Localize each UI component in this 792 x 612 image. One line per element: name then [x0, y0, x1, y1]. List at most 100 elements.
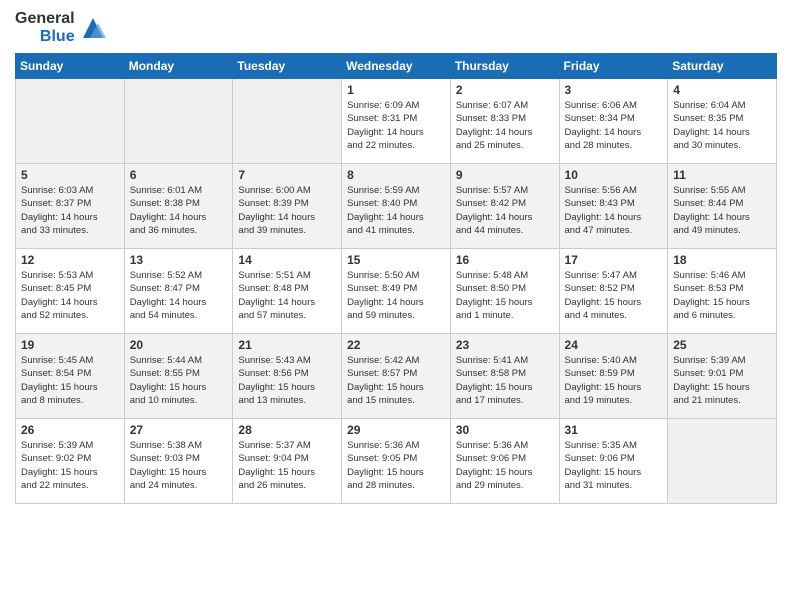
day-info: Sunrise: 5:55 AM Sunset: 8:44 PM Dayligh… [673, 184, 771, 237]
day-info: Sunrise: 5:56 AM Sunset: 8:43 PM Dayligh… [565, 184, 663, 237]
day-number: 8 [347, 168, 445, 182]
day-number: 3 [565, 83, 663, 97]
day-of-week-header: Monday [124, 54, 233, 79]
day-of-week-header: Sunday [16, 54, 125, 79]
day-number: 29 [347, 423, 445, 437]
calendar-day-cell: 7Sunrise: 6:00 AM Sunset: 8:39 PM Daylig… [233, 164, 342, 249]
day-info: Sunrise: 6:01 AM Sunset: 8:38 PM Dayligh… [130, 184, 228, 237]
calendar-day-cell: 25 Sunrise: 5:39 AM Sunset: 9:01 PM Dayli… [668, 334, 777, 419]
calendar-day-cell: 8 Sunrise: 5:59 AM Sunset: 8:40 PM Daylig… [342, 164, 451, 249]
day-info: Sunrise: 5:40 AM Sunset: 8:59 PM Dayligh… [565, 354, 663, 407]
calendar-day-cell: 17 Sunrise: 5:47 AM Sunset: 8:52 PM Dayli… [559, 249, 668, 334]
day-number: 4 [673, 83, 771, 97]
day-info: Sunrise: 5:36 AM Sunset: 9:05 PM Dayligh… [347, 439, 445, 492]
calendar-day-cell [124, 79, 233, 164]
calendar-day-cell: 13 Sunrise: 5:52 AM Sunset: 8:47 PM Dayli… [124, 249, 233, 334]
day-info: Sunrise: 5:50 AM Sunset: 8:49 PM Dayligh… [347, 269, 445, 322]
calendar-week-row: 1Sunrise: 6:09 AM Sunset: 8:31 PM Daylig… [16, 79, 777, 164]
day-number: 30 [456, 423, 554, 437]
day-number: 20 [130, 338, 228, 352]
calendar-day-cell: 18 Sunrise: 5:46 AM Sunset: 8:53 PM Dayli… [668, 249, 777, 334]
calendar-day-cell: 16 Sunrise: 5:48 AM Sunset: 8:50 PM Dayli… [450, 249, 559, 334]
day-number: 17 [565, 253, 663, 267]
day-info: Sunrise: 5:36 AM Sunset: 9:06 PM Dayligh… [456, 439, 554, 492]
day-number: 16 [456, 253, 554, 267]
logo-general: General [15, 10, 75, 28]
calendar-day-cell: 28 Sunrise: 5:37 AM Sunset: 9:04 PM Dayli… [233, 419, 342, 504]
day-number: 31 [565, 423, 663, 437]
calendar-day-cell: 19 Sunrise: 5:45 AM Sunset: 8:54 PM Dayli… [16, 334, 125, 419]
day-number: 14 [238, 253, 336, 267]
day-number: 24 [565, 338, 663, 352]
day-number: 19 [21, 338, 119, 352]
calendar-day-cell: 10 Sunrise: 5:56 AM Sunset: 8:43 PM Dayli… [559, 164, 668, 249]
calendar-day-cell: 12 Sunrise: 5:53 AM Sunset: 8:45 PM Dayli… [16, 249, 125, 334]
day-info: Sunrise: 5:43 AM Sunset: 8:56 PM Dayligh… [238, 354, 336, 407]
day-info: Sunrise: 5:39 AM Sunset: 9:01 PM Dayligh… [673, 354, 771, 407]
calendar-day-cell: 4 Sunrise: 6:04 AM Sunset: 8:35 PM Daylig… [668, 79, 777, 164]
calendar-day-cell: 22Sunrise: 5:42 AM Sunset: 8:57 PM Dayli… [342, 334, 451, 419]
calendar-day-cell [16, 79, 125, 164]
day-info: Sunrise: 5:47 AM Sunset: 8:52 PM Dayligh… [565, 269, 663, 322]
day-number: 26 [21, 423, 119, 437]
day-info: Sunrise: 6:06 AM Sunset: 8:34 PM Dayligh… [565, 99, 663, 152]
calendar-week-row: 12 Sunrise: 5:53 AM Sunset: 8:45 PM Dayli… [16, 249, 777, 334]
day-number: 5 [21, 168, 119, 182]
calendar-day-cell [233, 79, 342, 164]
calendar-week-row: 5 Sunrise: 6:03 AM Sunset: 8:37 PM Daylig… [16, 164, 777, 249]
day-number: 10 [565, 168, 663, 182]
day-number: 12 [21, 253, 119, 267]
day-of-week-header: Saturday [668, 54, 777, 79]
day-number: 18 [673, 253, 771, 267]
day-info: Sunrise: 5:35 AM Sunset: 9:06 PM Dayligh… [565, 439, 663, 492]
day-number: 9 [456, 168, 554, 182]
day-of-week-header: Tuesday [233, 54, 342, 79]
day-info: Sunrise: 5:38 AM Sunset: 9:03 PM Dayligh… [130, 439, 228, 492]
calendar-table: SundayMondayTuesdayWednesdayThursdayFrid… [15, 53, 777, 504]
day-info: Sunrise: 5:52 AM Sunset: 8:47 PM Dayligh… [130, 269, 228, 322]
day-info: Sunrise: 6:00 AM Sunset: 8:39 PM Dayligh… [238, 184, 336, 237]
header: General Blue [15, 10, 777, 45]
day-info: Sunrise: 6:04 AM Sunset: 8:35 PM Dayligh… [673, 99, 771, 152]
calendar-day-cell: 5 Sunrise: 6:03 AM Sunset: 8:37 PM Daylig… [16, 164, 125, 249]
day-number: 21 [238, 338, 336, 352]
calendar-header: SundayMondayTuesdayWednesdayThursdayFrid… [16, 54, 777, 79]
calendar-day-cell: 1Sunrise: 6:09 AM Sunset: 8:31 PM Daylig… [342, 79, 451, 164]
day-info: Sunrise: 5:39 AM Sunset: 9:02 PM Dayligh… [21, 439, 119, 492]
day-info: Sunrise: 5:46 AM Sunset: 8:53 PM Dayligh… [673, 269, 771, 322]
day-number: 28 [238, 423, 336, 437]
calendar-day-cell: 21 Sunrise: 5:43 AM Sunset: 8:56 PM Dayli… [233, 334, 342, 419]
calendar-day-cell: 3 Sunrise: 6:06 AM Sunset: 8:34 PM Daylig… [559, 79, 668, 164]
day-info: Sunrise: 6:07 AM Sunset: 8:33 PM Dayligh… [456, 99, 554, 152]
day-number: 11 [673, 168, 771, 182]
calendar-day-cell: 29 Sunrise: 5:36 AM Sunset: 9:05 PM Dayli… [342, 419, 451, 504]
day-of-week-header: Friday [559, 54, 668, 79]
day-info: Sunrise: 5:59 AM Sunset: 8:40 PM Dayligh… [347, 184, 445, 237]
calendar-day-cell: 9 Sunrise: 5:57 AM Sunset: 8:42 PM Daylig… [450, 164, 559, 249]
calendar-day-cell: 11 Sunrise: 5:55 AM Sunset: 8:44 PM Dayli… [668, 164, 777, 249]
day-info: Sunrise: 5:45 AM Sunset: 8:54 PM Dayligh… [21, 354, 119, 407]
day-info: Sunrise: 5:48 AM Sunset: 8:50 PM Dayligh… [456, 269, 554, 322]
calendar-week-row: 26 Sunrise: 5:39 AM Sunset: 9:02 PM Dayli… [16, 419, 777, 504]
calendar-day-cell: 24 Sunrise: 5:40 AM Sunset: 8:59 PM Dayli… [559, 334, 668, 419]
calendar-body: 1Sunrise: 6:09 AM Sunset: 8:31 PM Daylig… [16, 79, 777, 504]
calendar-day-cell: 6 Sunrise: 6:01 AM Sunset: 8:38 PM Daylig… [124, 164, 233, 249]
calendar-page: General Blue SundayMondayTuesdayWednesda… [0, 0, 792, 514]
day-number: 13 [130, 253, 228, 267]
logo-area: General Blue [15, 10, 108, 45]
day-info: Sunrise: 5:37 AM Sunset: 9:04 PM Dayligh… [238, 439, 336, 492]
day-number: 27 [130, 423, 228, 437]
day-number: 23 [456, 338, 554, 352]
day-info: Sunrise: 6:03 AM Sunset: 8:37 PM Dayligh… [21, 184, 119, 237]
calendar-day-cell: 30 Sunrise: 5:36 AM Sunset: 9:06 PM Dayli… [450, 419, 559, 504]
day-number: 15 [347, 253, 445, 267]
day-number: 25 [673, 338, 771, 352]
calendar-day-cell [668, 419, 777, 504]
day-number: 6 [130, 168, 228, 182]
day-info: Sunrise: 5:53 AM Sunset: 8:45 PM Dayligh… [21, 269, 119, 322]
logo-blue: Blue [40, 28, 75, 46]
day-info: Sunrise: 5:57 AM Sunset: 8:42 PM Dayligh… [456, 184, 554, 237]
calendar-day-cell: 27 Sunrise: 5:38 AM Sunset: 9:03 PM Dayli… [124, 419, 233, 504]
calendar-day-cell: 14Sunrise: 5:51 AM Sunset: 8:48 PM Dayli… [233, 249, 342, 334]
day-of-week-header: Thursday [450, 54, 559, 79]
